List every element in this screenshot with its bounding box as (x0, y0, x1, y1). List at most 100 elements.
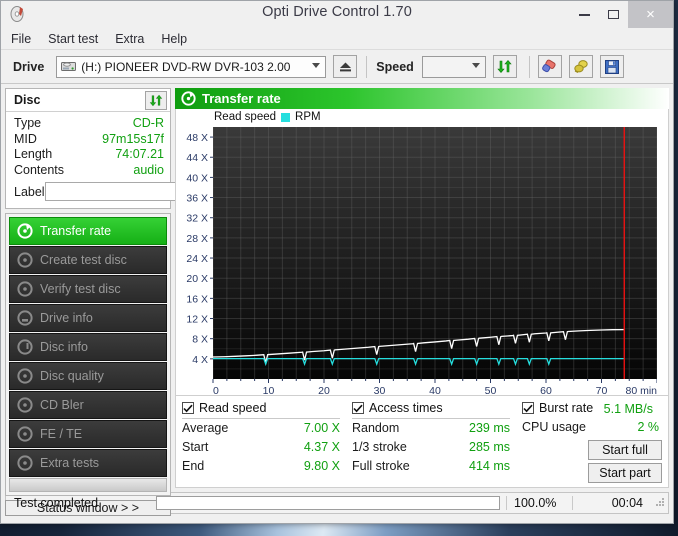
menu-item-file[interactable]: File (11, 32, 31, 46)
eject-button[interactable] (333, 55, 358, 78)
disc-refresh-button[interactable] (145, 90, 167, 110)
svg-text:70: 70 (596, 385, 608, 395)
drive-select[interactable]: (H:) PIONEER DVD-RW DVR-103 2.00 (56, 55, 327, 78)
access-times-checkbox[interactable] (352, 402, 364, 414)
sidebar-item-label: Disc quality (40, 369, 104, 383)
svg-text:0: 0 (213, 385, 219, 395)
burst-rate-title: Burst rate (539, 401, 594, 415)
disc-row-value: CD-R (132, 116, 164, 130)
application-window: Opti Drive Control 1.70 × File Start tes… (0, 0, 674, 524)
sidebar-item-fe-te[interactable]: FE / TE (9, 420, 167, 448)
maximize-icon (608, 10, 619, 19)
sidebar-item-disc-info[interactable]: Disc info (9, 333, 167, 361)
sidebar-item-disc-quality[interactable]: Disc quality (9, 362, 167, 390)
read-speed-checkbox[interactable] (182, 402, 194, 414)
result-value: 4.37 X (303, 440, 340, 454)
nav-filler (9, 478, 167, 492)
svg-text:48 X: 48 X (186, 132, 208, 144)
refresh-button[interactable] (492, 55, 517, 78)
disc-extra-icon (17, 455, 33, 471)
disc-row-value: 97m15s17f (102, 131, 164, 146)
result-key: End (182, 459, 205, 473)
result-value: 9.80 X (303, 459, 340, 473)
result-key: Full stroke (352, 459, 410, 473)
disc-bler-icon (17, 397, 33, 413)
result-row-full-stroke: Full stroke 414 ms (352, 457, 510, 476)
elapsed-time: 00:04 (572, 496, 651, 510)
menu-item-help[interactable]: Help (161, 32, 187, 46)
toolbar-divider-2 (528, 55, 530, 78)
disc-box-title: Disc (14, 93, 41, 107)
sidebar-item-cd-bler[interactable]: CD Bler (9, 391, 167, 419)
toolbar-divider (366, 55, 368, 78)
result-value: 414 ms (469, 459, 510, 473)
start-full-button[interactable]: Start full (588, 440, 662, 460)
maximize-button[interactable] (599, 1, 628, 28)
check-icon (523, 404, 533, 412)
result-value: 285 ms (469, 440, 510, 454)
bell-icon (574, 60, 588, 74)
drive-info-icon (17, 310, 33, 326)
read-speed-header: Read speed (182, 401, 340, 419)
burst-rate-checkbox[interactable] (522, 402, 534, 414)
menu-item-extra[interactable]: Extra (115, 32, 144, 46)
results-burst-rate: Burst rate 5.1 MB/s CPU usage 2 % Start … (522, 401, 662, 487)
disc-detail-rows: Type CD-R MID 97m15s17f Length 74:07.21 … (6, 112, 248, 208)
close-button[interactable]: × (628, 1, 673, 28)
svg-text:20 X: 20 X (186, 273, 208, 285)
svg-text:8 X: 8 X (192, 334, 208, 346)
panel-title: Transfer rate (202, 91, 281, 106)
drive-value: (H:) PIONEER DVD-RW DVR-103 2.00 (81, 59, 291, 74)
erase-button[interactable] (537, 55, 562, 78)
result-key: Average (182, 421, 229, 435)
sidebar-item-transfer-rate[interactable]: Transfer rate (9, 217, 167, 245)
disc-row-contents: Contents audio (14, 163, 164, 179)
sidebar-item-label: Drive info (40, 311, 93, 325)
disc-row-key: Length (14, 147, 53, 161)
result-row-start: Start 4.37 X (182, 438, 340, 457)
svg-text:40: 40 (429, 385, 441, 395)
disc-row-mid: MID 97m15s17f (14, 132, 164, 148)
disc-row-value: audio (133, 162, 164, 177)
sidebar-item-label: Create test disc (40, 253, 127, 267)
disc-row-length: Length 74:07.21 (14, 147, 164, 163)
resize-grip[interactable] (651, 497, 668, 509)
disc-row-key: Type (14, 116, 42, 130)
svg-text:28 X: 28 X (186, 233, 208, 245)
svg-text:24 X: 24 X (186, 253, 208, 265)
svg-text:12 X: 12 X (186, 314, 208, 326)
start-part-button[interactable]: Start part (588, 463, 662, 483)
result-value: 7.00 X (303, 421, 340, 435)
disc-row-type: Type CD-R (14, 116, 164, 132)
disc-label-row: Label (14, 181, 248, 206)
results-read-speed: Read speed Average 7.00 X Start 4.37 X E… (182, 401, 352, 487)
access-times-title: Access times (369, 401, 443, 415)
right-panel: Transfer rate Read speed RPM 4 X8 X 12 X1… (175, 88, 669, 488)
menu-item-start-test[interactable]: Start test (48, 32, 98, 46)
sidebar-item-extra-tests[interactable]: Extra tests (9, 449, 167, 477)
sidebar-item-drive-info[interactable]: Drive info (9, 304, 167, 332)
minimize-button[interactable] (570, 1, 599, 28)
result-row-end: End 9.80 X (182, 457, 340, 476)
disc-check-icon (17, 223, 33, 239)
save-icon (604, 59, 619, 74)
disc-row-key: Contents (14, 162, 65, 177)
disc-verify-icon (17, 281, 33, 297)
sidebar-item-verify-test-disc[interactable]: Verify test disc (9, 275, 167, 303)
menu-bar: File Start test Extra Help (1, 28, 673, 50)
result-row-random: Random 239 ms (352, 419, 510, 438)
grip-icon (656, 498, 664, 506)
disc-info-icon (17, 339, 33, 355)
bell-button[interactable] (568, 55, 593, 78)
panel-header: Transfer rate (175, 88, 669, 109)
disc-label-key: Label (14, 184, 45, 199)
speed-select[interactable] (421, 55, 486, 78)
progress-percent: 100.0% (506, 496, 572, 510)
result-value: 239 ms (469, 421, 510, 435)
result-key: CPU usage (522, 420, 586, 434)
chart-axes: 4 X 8 X 12 X 16 X 20 X 24 X 28 X 32 X 36 X 40 X 44… (186, 132, 657, 395)
drive-label: Drive (13, 59, 45, 74)
chevron-down-icon (471, 62, 480, 68)
save-button[interactable] (599, 55, 624, 78)
sidebar-item-create-test-disc[interactable]: Create test disc (9, 246, 167, 274)
